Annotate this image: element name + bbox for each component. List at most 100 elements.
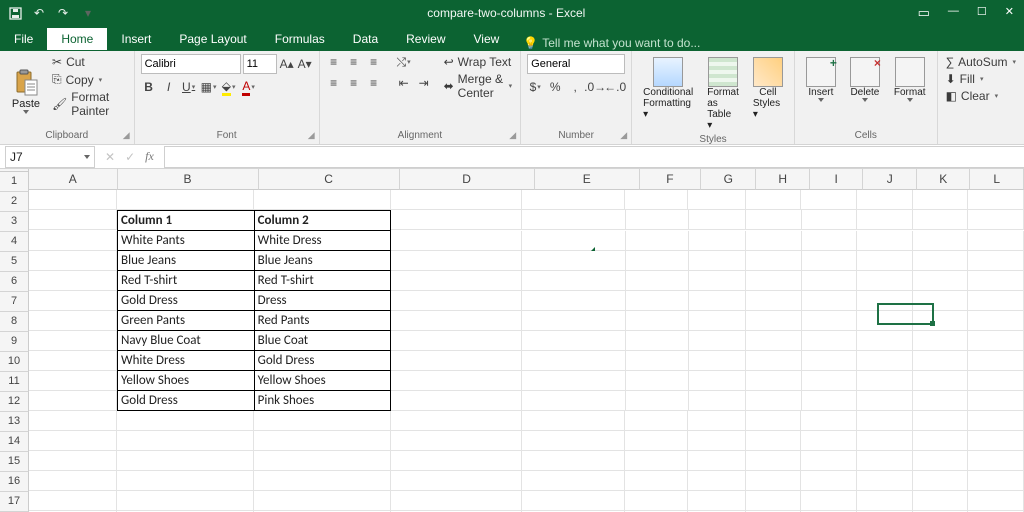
cell[interactable]: Yellow Shoes bbox=[117, 371, 255, 391]
cell[interactable] bbox=[522, 210, 625, 230]
row-header[interactable]: 10 bbox=[0, 352, 29, 372]
cell[interactable] bbox=[968, 210, 1024, 230]
cell[interactable] bbox=[968, 190, 1024, 210]
worksheet-grid[interactable]: 1234567891011121314151617 ABCDEFGHIJKL C… bbox=[0, 169, 1024, 512]
cell[interactable] bbox=[522, 311, 625, 331]
cell[interactable]: Red T-shirt bbox=[255, 271, 392, 291]
cell[interactable] bbox=[801, 190, 857, 210]
grow-font-icon[interactable]: A▴ bbox=[279, 56, 295, 72]
cell[interactable] bbox=[391, 210, 522, 230]
cell[interactable]: Dress bbox=[255, 291, 392, 311]
cell[interactable]: Navy Blue Coat bbox=[117, 331, 255, 351]
cell[interactable] bbox=[626, 331, 689, 351]
cell[interactable] bbox=[391, 451, 522, 471]
cell[interactable] bbox=[29, 251, 117, 271]
cell[interactable] bbox=[857, 231, 913, 251]
enter-icon[interactable]: ✓ bbox=[125, 150, 135, 164]
cell[interactable] bbox=[522, 371, 625, 391]
cell[interactable] bbox=[522, 271, 625, 291]
cell[interactable] bbox=[802, 311, 858, 331]
cell[interactable] bbox=[968, 251, 1024, 271]
cell[interactable]: Blue Jeans bbox=[117, 251, 255, 271]
cell[interactable] bbox=[688, 491, 745, 511]
cell[interactable]: Blue Coat bbox=[255, 331, 392, 351]
cell[interactable] bbox=[391, 431, 522, 451]
cell[interactable] bbox=[746, 210, 802, 230]
dialog-launcher-icon[interactable]: ◢ bbox=[509, 130, 516, 141]
col-header-D[interactable]: D bbox=[400, 169, 535, 190]
fill-color-button[interactable]: ⬙▾ bbox=[221, 79, 237, 95]
cell[interactable] bbox=[29, 210, 117, 230]
cell[interactable] bbox=[117, 451, 254, 471]
tell-me[interactable]: 💡Tell me what you want to do... bbox=[523, 36, 700, 50]
cell-styles-button[interactable]: CellStyles ▾ bbox=[748, 54, 788, 123]
name-box[interactable]: J7 bbox=[5, 146, 95, 168]
cell[interactable] bbox=[391, 291, 522, 311]
cell[interactable] bbox=[746, 231, 802, 251]
cell[interactable] bbox=[254, 411, 391, 431]
tab-formulas[interactable]: Formulas bbox=[261, 28, 339, 50]
cell[interactable] bbox=[117, 190, 254, 210]
cell[interactable] bbox=[522, 231, 625, 251]
cell[interactable] bbox=[625, 451, 688, 471]
cell[interactable] bbox=[802, 210, 858, 230]
cell[interactable] bbox=[746, 190, 802, 210]
cancel-icon[interactable]: ✕ bbox=[105, 150, 115, 164]
tab-data[interactable]: Data bbox=[339, 28, 392, 50]
cell[interactable] bbox=[913, 311, 969, 331]
col-header-F[interactable]: F bbox=[640, 169, 701, 190]
column-headers[interactable]: ABCDEFGHIJKL bbox=[29, 169, 1024, 190]
col-header-G[interactable]: G bbox=[701, 169, 756, 190]
align-center-icon[interactable]: ≡ bbox=[346, 75, 362, 91]
row-header[interactable]: 3 bbox=[0, 212, 29, 232]
copy-button[interactable]: ⎘Copy▾ bbox=[50, 71, 128, 88]
format-as-table-button[interactable]: Format asTable ▾ bbox=[702, 54, 744, 134]
qat-customize-icon[interactable]: ▾ bbox=[81, 6, 95, 20]
cell[interactable] bbox=[522, 190, 625, 210]
cell[interactable] bbox=[968, 351, 1024, 371]
format-cells-button[interactable]: Format bbox=[889, 54, 931, 105]
row-header[interactable]: 11 bbox=[0, 372, 29, 392]
dialog-launcher-icon[interactable]: ◢ bbox=[620, 130, 627, 141]
cell[interactable] bbox=[746, 451, 802, 471]
cell[interactable] bbox=[913, 331, 969, 351]
cell[interactable] bbox=[626, 351, 689, 371]
cell[interactable] bbox=[391, 371, 522, 391]
number-format-input[interactable] bbox=[527, 54, 625, 74]
cell[interactable] bbox=[746, 371, 802, 391]
cell[interactable] bbox=[626, 391, 689, 411]
cell[interactable] bbox=[968, 271, 1024, 291]
col-header-I[interactable]: I bbox=[810, 169, 864, 190]
cell[interactable] bbox=[746, 291, 802, 311]
insert-cells-button[interactable]: +Insert bbox=[801, 54, 841, 105]
row-header[interactable]: 13 bbox=[0, 412, 29, 432]
cell[interactable] bbox=[391, 491, 522, 511]
cell[interactable] bbox=[29, 391, 117, 411]
underline-button[interactable]: U▾ bbox=[181, 79, 197, 95]
cell[interactable] bbox=[857, 351, 913, 371]
row-header[interactable]: 16 bbox=[0, 472, 29, 492]
cell[interactable] bbox=[913, 351, 969, 371]
cell[interactable] bbox=[522, 251, 625, 271]
font-color-button[interactable]: A▾ bbox=[241, 79, 257, 95]
font-name-input[interactable] bbox=[141, 54, 241, 74]
cell[interactable] bbox=[913, 271, 969, 291]
cell[interactable] bbox=[746, 351, 802, 371]
cell[interactable] bbox=[626, 210, 689, 230]
cell[interactable] bbox=[625, 471, 688, 491]
cell[interactable] bbox=[254, 471, 391, 491]
col-header-A[interactable]: A bbox=[29, 169, 118, 190]
cell[interactable] bbox=[29, 231, 117, 251]
cell[interactable] bbox=[29, 311, 117, 331]
cell[interactable] bbox=[857, 471, 913, 491]
bold-button[interactable]: B bbox=[141, 79, 157, 95]
cell[interactable] bbox=[29, 371, 117, 391]
cell[interactable] bbox=[254, 451, 391, 471]
cell[interactable] bbox=[117, 471, 254, 491]
cell[interactable] bbox=[746, 331, 802, 351]
cell[interactable] bbox=[689, 311, 746, 331]
close-icon[interactable]: ✕ bbox=[1005, 5, 1014, 21]
cell[interactable] bbox=[913, 451, 969, 471]
cell[interactable] bbox=[29, 331, 117, 351]
cell[interactable]: Green Pants bbox=[117, 311, 255, 331]
